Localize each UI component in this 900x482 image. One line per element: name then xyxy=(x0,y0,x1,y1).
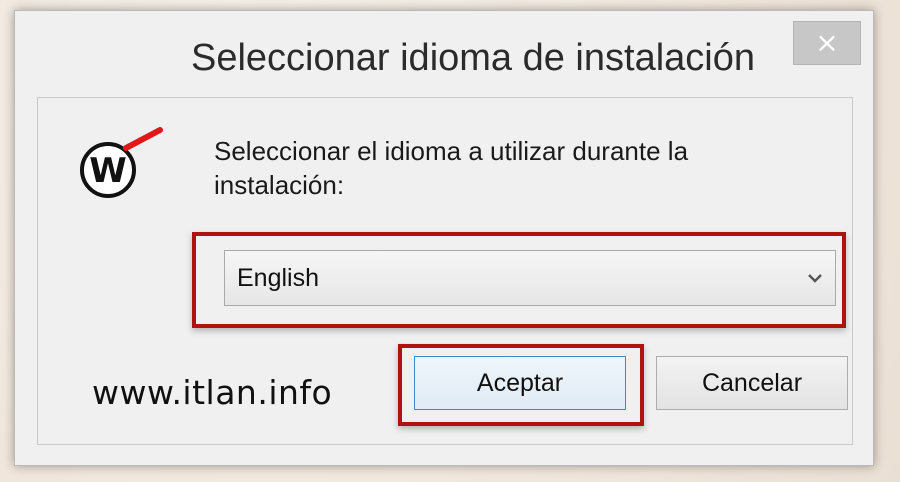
title-bar: Seleccionar idioma de instalación × xyxy=(15,11,873,95)
dialog-title: Seleccionar idioma de instalación xyxy=(191,37,755,79)
dialog-content: W Seleccionar el idioma a utilizar duran… xyxy=(37,97,853,445)
watermark-text: www.itlan.info xyxy=(92,373,333,412)
chevron-down-icon[interactable] xyxy=(795,251,835,305)
watchguard-logo-icon: W xyxy=(80,127,163,198)
prompt-text: Seleccionar el idioma a utilizar durante… xyxy=(214,136,689,200)
language-select-value: English xyxy=(237,263,319,292)
accept-button[interactable]: Aceptar xyxy=(414,356,626,410)
close-button[interactable]: × xyxy=(793,21,861,65)
language-dialog: Seleccionar idioma de instalación × W Se… xyxy=(14,10,874,466)
close-icon: × xyxy=(815,26,839,59)
cancel-button[interactable]: Cancelar xyxy=(656,356,848,410)
language-select[interactable]: English xyxy=(224,250,836,306)
svg-text:W: W xyxy=(89,151,127,191)
